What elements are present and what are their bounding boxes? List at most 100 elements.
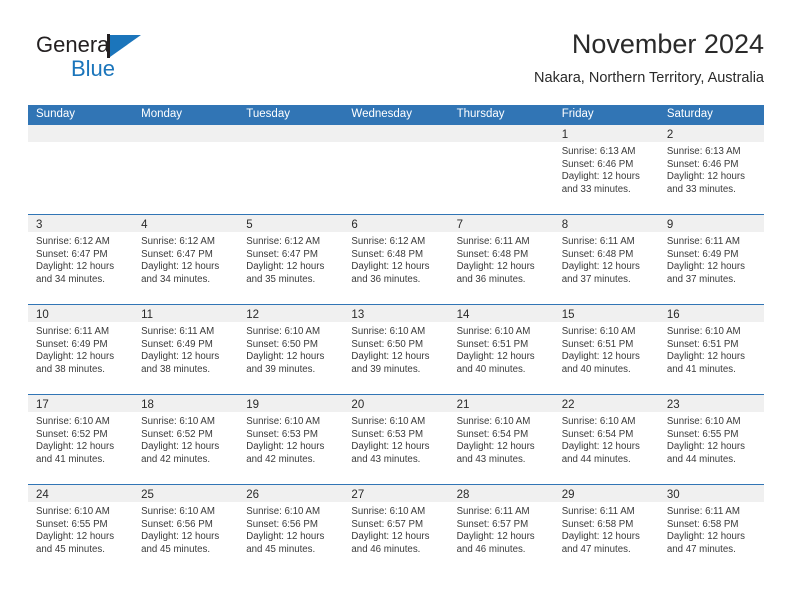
day-number-band — [448, 125, 554, 142]
day-cell[interactable]: 15 Sunrise: 6:10 AM Sunset: 6:51 PM Dayl… — [553, 305, 659, 394]
day-details: Sunrise: 6:10 AM Sunset: 6:54 PM Dayligh… — [554, 412, 659, 466]
dow-saturday: Saturday — [666, 108, 713, 120]
day-cell[interactable]: 24 Sunrise: 6:10 AM Sunset: 6:55 PM Dayl… — [28, 485, 134, 574]
sunrise-text: Sunrise: 6:10 AM — [666, 416, 741, 427]
day-number: 25 — [141, 489, 154, 501]
day-cell[interactable]: 13 Sunrise: 6:10 AM Sunset: 6:50 PM Dayl… — [343, 305, 449, 394]
day-number-band: 26 — [238, 485, 344, 502]
day-details: Sunrise: 6:10 AM Sunset: 6:51 PM Dayligh… — [449, 322, 554, 376]
day-number: 21 — [456, 399, 470, 411]
day-number-band — [133, 125, 239, 142]
sunrise-text: Sunrise: 6:11 AM — [456, 506, 530, 517]
day-cell[interactable]: 29 Sunrise: 6:11 AM Sunset: 6:58 PM Dayl… — [553, 485, 659, 574]
sunset-text: Sunset: 6:57 PM — [351, 518, 424, 530]
day-cell[interactable]: 11 Sunrise: 6:11 AM Sunset: 6:49 PM Dayl… — [133, 305, 239, 394]
week-row: 17 Sunrise: 6:10 AM Sunset: 6:52 PM Dayl… — [28, 394, 764, 484]
page-header: General Blue November 2024 Nakara, North… — [28, 28, 764, 98]
day-number-band: 20 — [343, 395, 449, 412]
day-details: Sunrise: 6:12 AM Sunset: 6:47 PM Dayligh… — [133, 232, 238, 286]
sunrise-text: Sunrise: 6:10 AM — [36, 506, 110, 517]
day-cell[interactable]: 23 Sunrise: 6:10 AM Sunset: 6:55 PM Dayl… — [658, 395, 764, 484]
day-cell[interactable]: 5 Sunrise: 6:12 AM Sunset: 6:47 PM Dayli… — [238, 215, 344, 304]
day-cell[interactable]: 19 Sunrise: 6:10 AM Sunset: 6:53 PM Dayl… — [238, 395, 344, 484]
day-number: 5 — [246, 219, 253, 231]
day-number-band: 17 — [28, 395, 134, 412]
day-number: 27 — [351, 489, 365, 501]
sunset-text: Sunset: 6:53 PM — [351, 428, 424, 440]
daylight-text-line2: and 33 minutes. — [666, 183, 736, 195]
sunrise-text: Sunrise: 6:10 AM — [456, 416, 531, 427]
day-cell[interactable]: 12 Sunrise: 6:10 AM Sunset: 6:50 PM Dayl… — [238, 305, 344, 394]
day-cell[interactable]: 6 Sunrise: 6:12 AM Sunset: 6:48 PM Dayli… — [343, 215, 449, 304]
day-cell[interactable]: 7 Sunrise: 6:11 AM Sunset: 6:48 PM Dayli… — [448, 215, 554, 304]
daylight-text-line1: Daylight: 12 hours — [561, 441, 640, 453]
sunset-text: Sunset: 6:47 PM — [36, 248, 108, 260]
daylight-text-line2: and 41 minutes. — [666, 363, 736, 375]
day-details: Sunrise: 6:10 AM Sunset: 6:56 PM Dayligh… — [133, 502, 238, 556]
day-number-band: 12 — [238, 305, 344, 322]
day-cell[interactable]: 20 Sunrise: 6:10 AM Sunset: 6:53 PM Dayl… — [343, 395, 449, 484]
day-cell[interactable]: 3 Sunrise: 6:12 AM Sunset: 6:47 PM Dayli… — [28, 215, 134, 304]
general-blue-logo[interactable]: General Blue — [36, 32, 256, 90]
day-cell[interactable] — [133, 125, 239, 214]
day-details: Sunrise: 6:11 AM Sunset: 6:48 PM Dayligh… — [554, 232, 659, 286]
day-cell[interactable]: 2 Sunrise: 6:13 AM Sunset: 6:46 PM Dayli… — [658, 125, 764, 214]
sunrise-text: Sunrise: 6:10 AM — [36, 416, 110, 427]
day-cell[interactable] — [238, 125, 344, 214]
day-cell[interactable]: 4 Sunrise: 6:12 AM Sunset: 6:47 PM Dayli… — [133, 215, 239, 304]
day-number: 3 — [36, 219, 43, 231]
day-cell[interactable]: 26 Sunrise: 6:10 AM Sunset: 6:56 PM Dayl… — [238, 485, 344, 574]
daylight-text-line2: and 39 minutes. — [246, 363, 316, 375]
sunset-text: Sunset: 6:50 PM — [246, 338, 318, 350]
day-cell[interactable]: 9 Sunrise: 6:11 AM Sunset: 6:49 PM Dayli… — [658, 215, 764, 304]
sunrise-text: Sunrise: 6:12 AM — [351, 236, 426, 247]
day-details: Sunrise: 6:11 AM Sunset: 6:58 PM Dayligh… — [659, 502, 764, 556]
day-number: 24 — [36, 489, 49, 501]
day-cell[interactable]: 25 Sunrise: 6:10 AM Sunset: 6:56 PM Dayl… — [133, 485, 239, 574]
sunset-text: Sunset: 6:48 PM — [351, 248, 424, 260]
day-cell[interactable]: 16 Sunrise: 6:10 AM Sunset: 6:51 PM Dayl… — [658, 305, 764, 394]
daylight-text-line1: Daylight: 12 hours — [666, 441, 745, 453]
day-cell[interactable] — [28, 125, 134, 214]
day-cell[interactable] — [448, 125, 554, 214]
day-cell[interactable]: 17 Sunrise: 6:10 AM Sunset: 6:52 PM Dayl… — [28, 395, 134, 484]
sunset-text: Sunset: 6:58 PM — [561, 518, 634, 530]
day-cell[interactable]: 21 Sunrise: 6:10 AM Sunset: 6:54 PM Dayl… — [448, 395, 554, 484]
daylight-text-line2: and 45 minutes. — [246, 543, 316, 555]
daylight-text-line2: and 42 minutes. — [141, 453, 211, 465]
day-cell[interactable]: 18 Sunrise: 6:10 AM Sunset: 6:52 PM Dayl… — [133, 395, 239, 484]
day-cell[interactable]: 1 Sunrise: 6:13 AM Sunset: 6:46 PM Dayli… — [553, 125, 659, 214]
daylight-text-line1: Daylight: 12 hours — [456, 441, 535, 453]
day-number-band: 25 — [133, 485, 239, 502]
week-row: 1 Sunrise: 6:13 AM Sunset: 6:46 PM Dayli… — [28, 124, 764, 214]
day-details: Sunrise: 6:11 AM Sunset: 6:57 PM Dayligh… — [449, 502, 554, 556]
day-details: Sunrise: 6:11 AM Sunset: 6:49 PM Dayligh… — [133, 322, 238, 376]
day-details: Sunrise: 6:10 AM Sunset: 6:52 PM Dayligh… — [28, 412, 133, 466]
day-number-band: 19 — [238, 395, 344, 412]
daylight-text-line2: and 38 minutes. — [36, 363, 105, 375]
day-number: 6 — [351, 219, 358, 231]
day-number-band: 28 — [448, 485, 554, 502]
day-cell[interactable]: 22 Sunrise: 6:10 AM Sunset: 6:54 PM Dayl… — [553, 395, 659, 484]
day-cell[interactable] — [343, 125, 449, 214]
sunrise-text: Sunrise: 6:10 AM — [666, 326, 741, 337]
daylight-text-line1: Daylight: 12 hours — [456, 531, 535, 543]
daylight-text-line1: Daylight: 12 hours — [36, 531, 115, 543]
day-cell[interactable]: 27 Sunrise: 6:10 AM Sunset: 6:57 PM Dayl… — [343, 485, 449, 574]
daylight-text-line1: Daylight: 12 hours — [36, 441, 115, 453]
sunset-text: Sunset: 6:46 PM — [666, 158, 739, 170]
daylight-text-line2: and 36 minutes. — [351, 273, 421, 285]
daylight-text-line1: Daylight: 12 hours — [561, 261, 640, 273]
sunrise-text: Sunrise: 6:10 AM — [351, 326, 426, 337]
day-number-band: 24 — [28, 485, 134, 502]
page-subtitle-location: Nakara, Northern Territory, Australia — [534, 70, 764, 86]
day-cell[interactable]: 28 Sunrise: 6:11 AM Sunset: 6:57 PM Dayl… — [448, 485, 554, 574]
day-cell[interactable]: 14 Sunrise: 6:10 AM Sunset: 6:51 PM Dayl… — [448, 305, 554, 394]
day-cell[interactable]: 10 Sunrise: 6:11 AM Sunset: 6:49 PM Dayl… — [28, 305, 134, 394]
day-number: 17 — [36, 399, 49, 411]
day-cell[interactable]: 30 Sunrise: 6:11 AM Sunset: 6:58 PM Dayl… — [658, 485, 764, 574]
dow-friday: Friday — [561, 108, 594, 120]
sunrise-text: Sunrise: 6:13 AM — [666, 146, 741, 157]
day-cell[interactable]: 8 Sunrise: 6:11 AM Sunset: 6:48 PM Dayli… — [553, 215, 659, 304]
sunset-text: Sunset: 6:58 PM — [666, 518, 739, 530]
